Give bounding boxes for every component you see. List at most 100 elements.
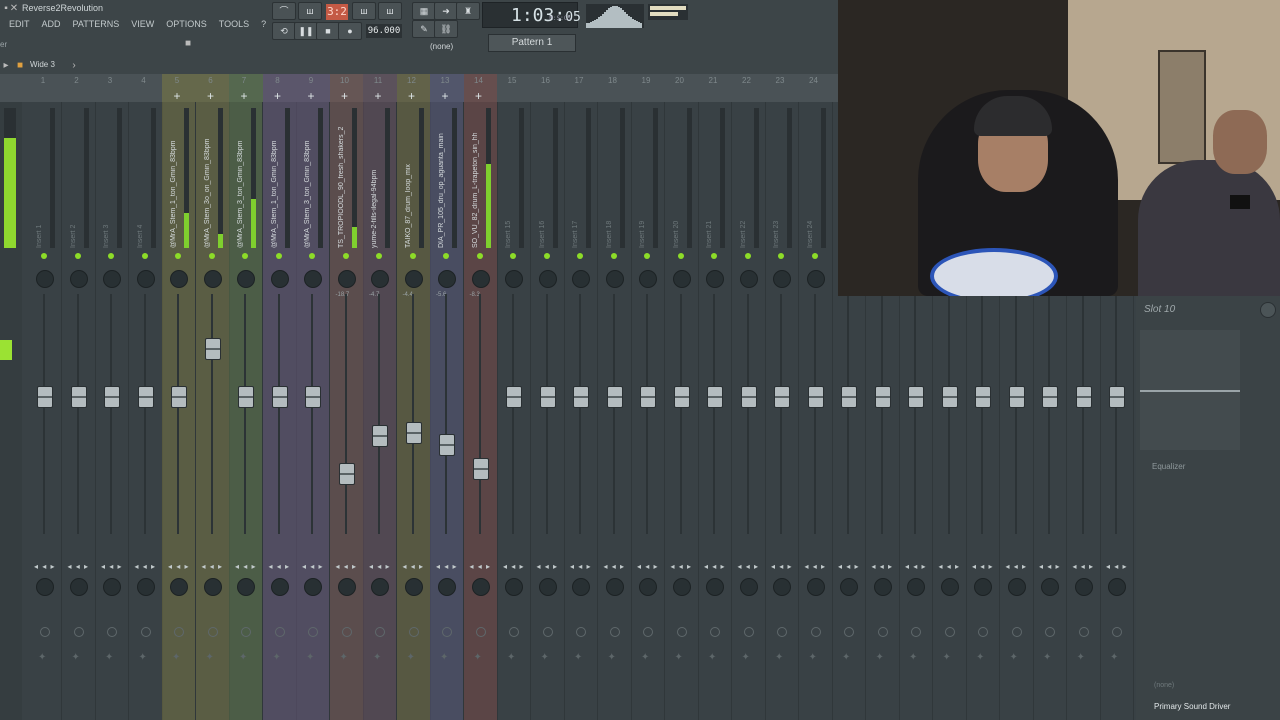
- insert-name[interactable]: @MrA_Stem_3_ton_Gmin_83bpm: [304, 108, 318, 249]
- send-dot-icon[interactable]: [777, 627, 787, 637]
- stereo-knob[interactable]: [170, 578, 188, 596]
- route-arrows-icon[interactable]: ◂ ◂ ▸: [68, 562, 90, 571]
- close-icon[interactable]: ✕: [8, 3, 20, 15]
- slot-knob-icon[interactable]: [1260, 302, 1276, 318]
- insert-name[interactable]: Insert 16: [539, 108, 553, 248]
- route-icon[interactable]: ✦: [206, 652, 214, 663]
- insert-name[interactable]: @MrA_Stem_1_ton_Gmin_83bpm: [170, 108, 184, 249]
- route-icon[interactable]: ✦: [172, 652, 180, 663]
- route-icon[interactable]: ✦: [809, 652, 817, 663]
- insert-plus-icon[interactable]: +: [464, 89, 494, 103]
- route-icon[interactable]: ✦: [273, 652, 281, 663]
- send-dot-icon[interactable]: [140, 627, 151, 637]
- volume-fader[interactable]: [305, 386, 321, 409]
- route-icon[interactable]: ✦: [876, 652, 884, 663]
- send-dot-icon[interactable]: [676, 627, 687, 637]
- pan-knob[interactable]: [572, 270, 590, 288]
- route-icon[interactable]: ✦: [507, 652, 515, 663]
- volume-fader[interactable]: [506, 386, 522, 409]
- stereo-knob[interactable]: [773, 578, 791, 596]
- stereo-knob[interactable]: [36, 578, 54, 596]
- mute-led-icon[interactable]: [443, 253, 449, 259]
- stereo-knob[interactable]: [538, 578, 557, 596]
- mixer-strip[interactable]: @MrA_Stem_3o_on_Gmin_83bpm ◂ ◂ ▸ ✦: [195, 102, 230, 720]
- route-arrows-icon[interactable]: ◂ ◂ ▸: [872, 562, 894, 571]
- mute-led-icon[interactable]: [510, 253, 516, 259]
- metronome-button[interactable]: ⌒: [272, 2, 296, 20]
- route-icon[interactable]: ✦: [608, 652, 616, 663]
- insert-name[interactable]: TAIKO_87_drum_loop_mix: [405, 108, 419, 248]
- route-icon[interactable]: ✦: [239, 652, 247, 663]
- insert-name[interactable]: Insert 15: [505, 108, 519, 248]
- volume-fader[interactable]: [606, 386, 623, 409]
- stereo-knob[interactable]: [371, 578, 389, 596]
- mute-led-icon[interactable]: [677, 253, 684, 259]
- send-dot-icon[interactable]: [609, 627, 620, 637]
- route-icon[interactable]: ✦: [976, 652, 984, 663]
- mute-led-icon[interactable]: [208, 253, 215, 259]
- master-strip[interactable]: [0, 102, 22, 720]
- stereo-knob[interactable]: [907, 578, 925, 596]
- volume-fader[interactable]: [171, 386, 187, 409]
- stereo-knob[interactable]: [940, 578, 959, 596]
- pencil-icon[interactable]: ✎: [412, 20, 436, 38]
- route-arrows-icon[interactable]: ◂ ◂ ▸: [939, 562, 961, 571]
- route-icon[interactable]: ✦: [373, 652, 381, 663]
- snap-selector[interactable]: (none): [430, 42, 453, 51]
- stereo-knob[interactable]: [672, 578, 691, 596]
- send-dot-icon[interactable]: [911, 627, 921, 637]
- route-arrows-icon[interactable]: ◂ ◂ ▸: [671, 562, 693, 571]
- preset-icon[interactable]: ■: [14, 60, 26, 72]
- route-icon[interactable]: ✦: [1110, 652, 1118, 663]
- menu-item-tools[interactable]: TOOLS: [214, 18, 254, 32]
- route-icon[interactable]: ✦: [675, 652, 683, 663]
- mixer-strip[interactable]: Insert 24 ◂ ◂ ▸ ✦: [799, 102, 833, 720]
- volume-fader[interactable]: [372, 424, 388, 447]
- stereo-knob[interactable]: [203, 578, 222, 596]
- playlist-arrow-icon[interactable]: ➜: [434, 2, 458, 20]
- route-arrows-icon[interactable]: ◂ ◂ ▸: [905, 562, 927, 571]
- route-icon[interactable]: ✦: [708, 652, 716, 663]
- stereo-knob[interactable]: [237, 578, 255, 596]
- pan-knob[interactable]: [672, 270, 691, 288]
- insert-plus-icon[interactable]: +: [397, 89, 427, 103]
- mixer-strip[interactable]: yume-2-fills-ilegal-94bpm -4.7 ◂ ◂ ▸ ✦: [363, 102, 397, 720]
- mute-led-icon[interactable]: [376, 253, 382, 259]
- route-icon[interactable]: ✦: [38, 652, 46, 663]
- insert-plus-icon[interactable]: +: [363, 89, 393, 103]
- pan-knob[interactable]: [36, 270, 54, 288]
- volume-fader[interactable]: [104, 386, 120, 409]
- insert-name[interactable]: Insert 23: [773, 108, 787, 248]
- mixer-strip[interactable]: @MrA_Stem_3_ton_Gmin_83bpm ◂ ◂ ▸ ✦: [296, 102, 330, 720]
- insert-plus-icon[interactable]: +: [162, 89, 192, 103]
- route-arrows-icon[interactable]: ◂ ◂ ▸: [771, 562, 793, 571]
- pan-knob[interactable]: [170, 270, 188, 288]
- send-dot-icon[interactable]: [542, 627, 553, 637]
- pan-knob[interactable]: [605, 270, 624, 288]
- route-arrows-icon[interactable]: ◂ ◂ ▸: [302, 562, 324, 571]
- menu-item-edit[interactable]: EDIT: [4, 18, 35, 32]
- lock-icon[interactable]: ■: [182, 38, 194, 50]
- stereo-knob[interactable]: [806, 578, 825, 596]
- pan-knob[interactable]: [438, 270, 456, 288]
- pan-knob[interactable]: [237, 270, 255, 288]
- stereo-knob[interactable]: [1074, 578, 1093, 596]
- send-dot-icon[interactable]: [375, 627, 385, 637]
- pan-knob[interactable]: [806, 270, 825, 288]
- mixer-preset[interactable]: Wide 3: [30, 60, 55, 69]
- mute-led-icon[interactable]: [409, 253, 416, 259]
- mixer-strip[interactable]: Insert 2 ◂ ◂ ▸ ✦: [62, 102, 96, 720]
- send-dot-icon[interactable]: [710, 627, 720, 637]
- route-icon[interactable]: ✦: [139, 652, 147, 663]
- mixer-strip[interactable]: Insert 17 ◂ ◂ ▸ ✦: [564, 102, 598, 720]
- insert-name[interactable]: Insert 3: [103, 108, 117, 248]
- pan-knob[interactable]: [136, 270, 155, 288]
- volume-fader[interactable]: [37, 386, 53, 409]
- send-dot-icon[interactable]: [274, 627, 285, 637]
- stereo-knob[interactable]: [873, 578, 892, 596]
- mixer-menu-icon[interactable]: ▸: [0, 60, 12, 72]
- mute-led-icon[interactable]: [309, 253, 315, 259]
- mixer-strip[interactable]: @MrA_Stem_1_ton_Gmin_83bpm ◂ ◂ ▸ ✦: [262, 102, 297, 720]
- volume-fader[interactable]: [338, 463, 355, 486]
- volume-fader[interactable]: [573, 386, 589, 409]
